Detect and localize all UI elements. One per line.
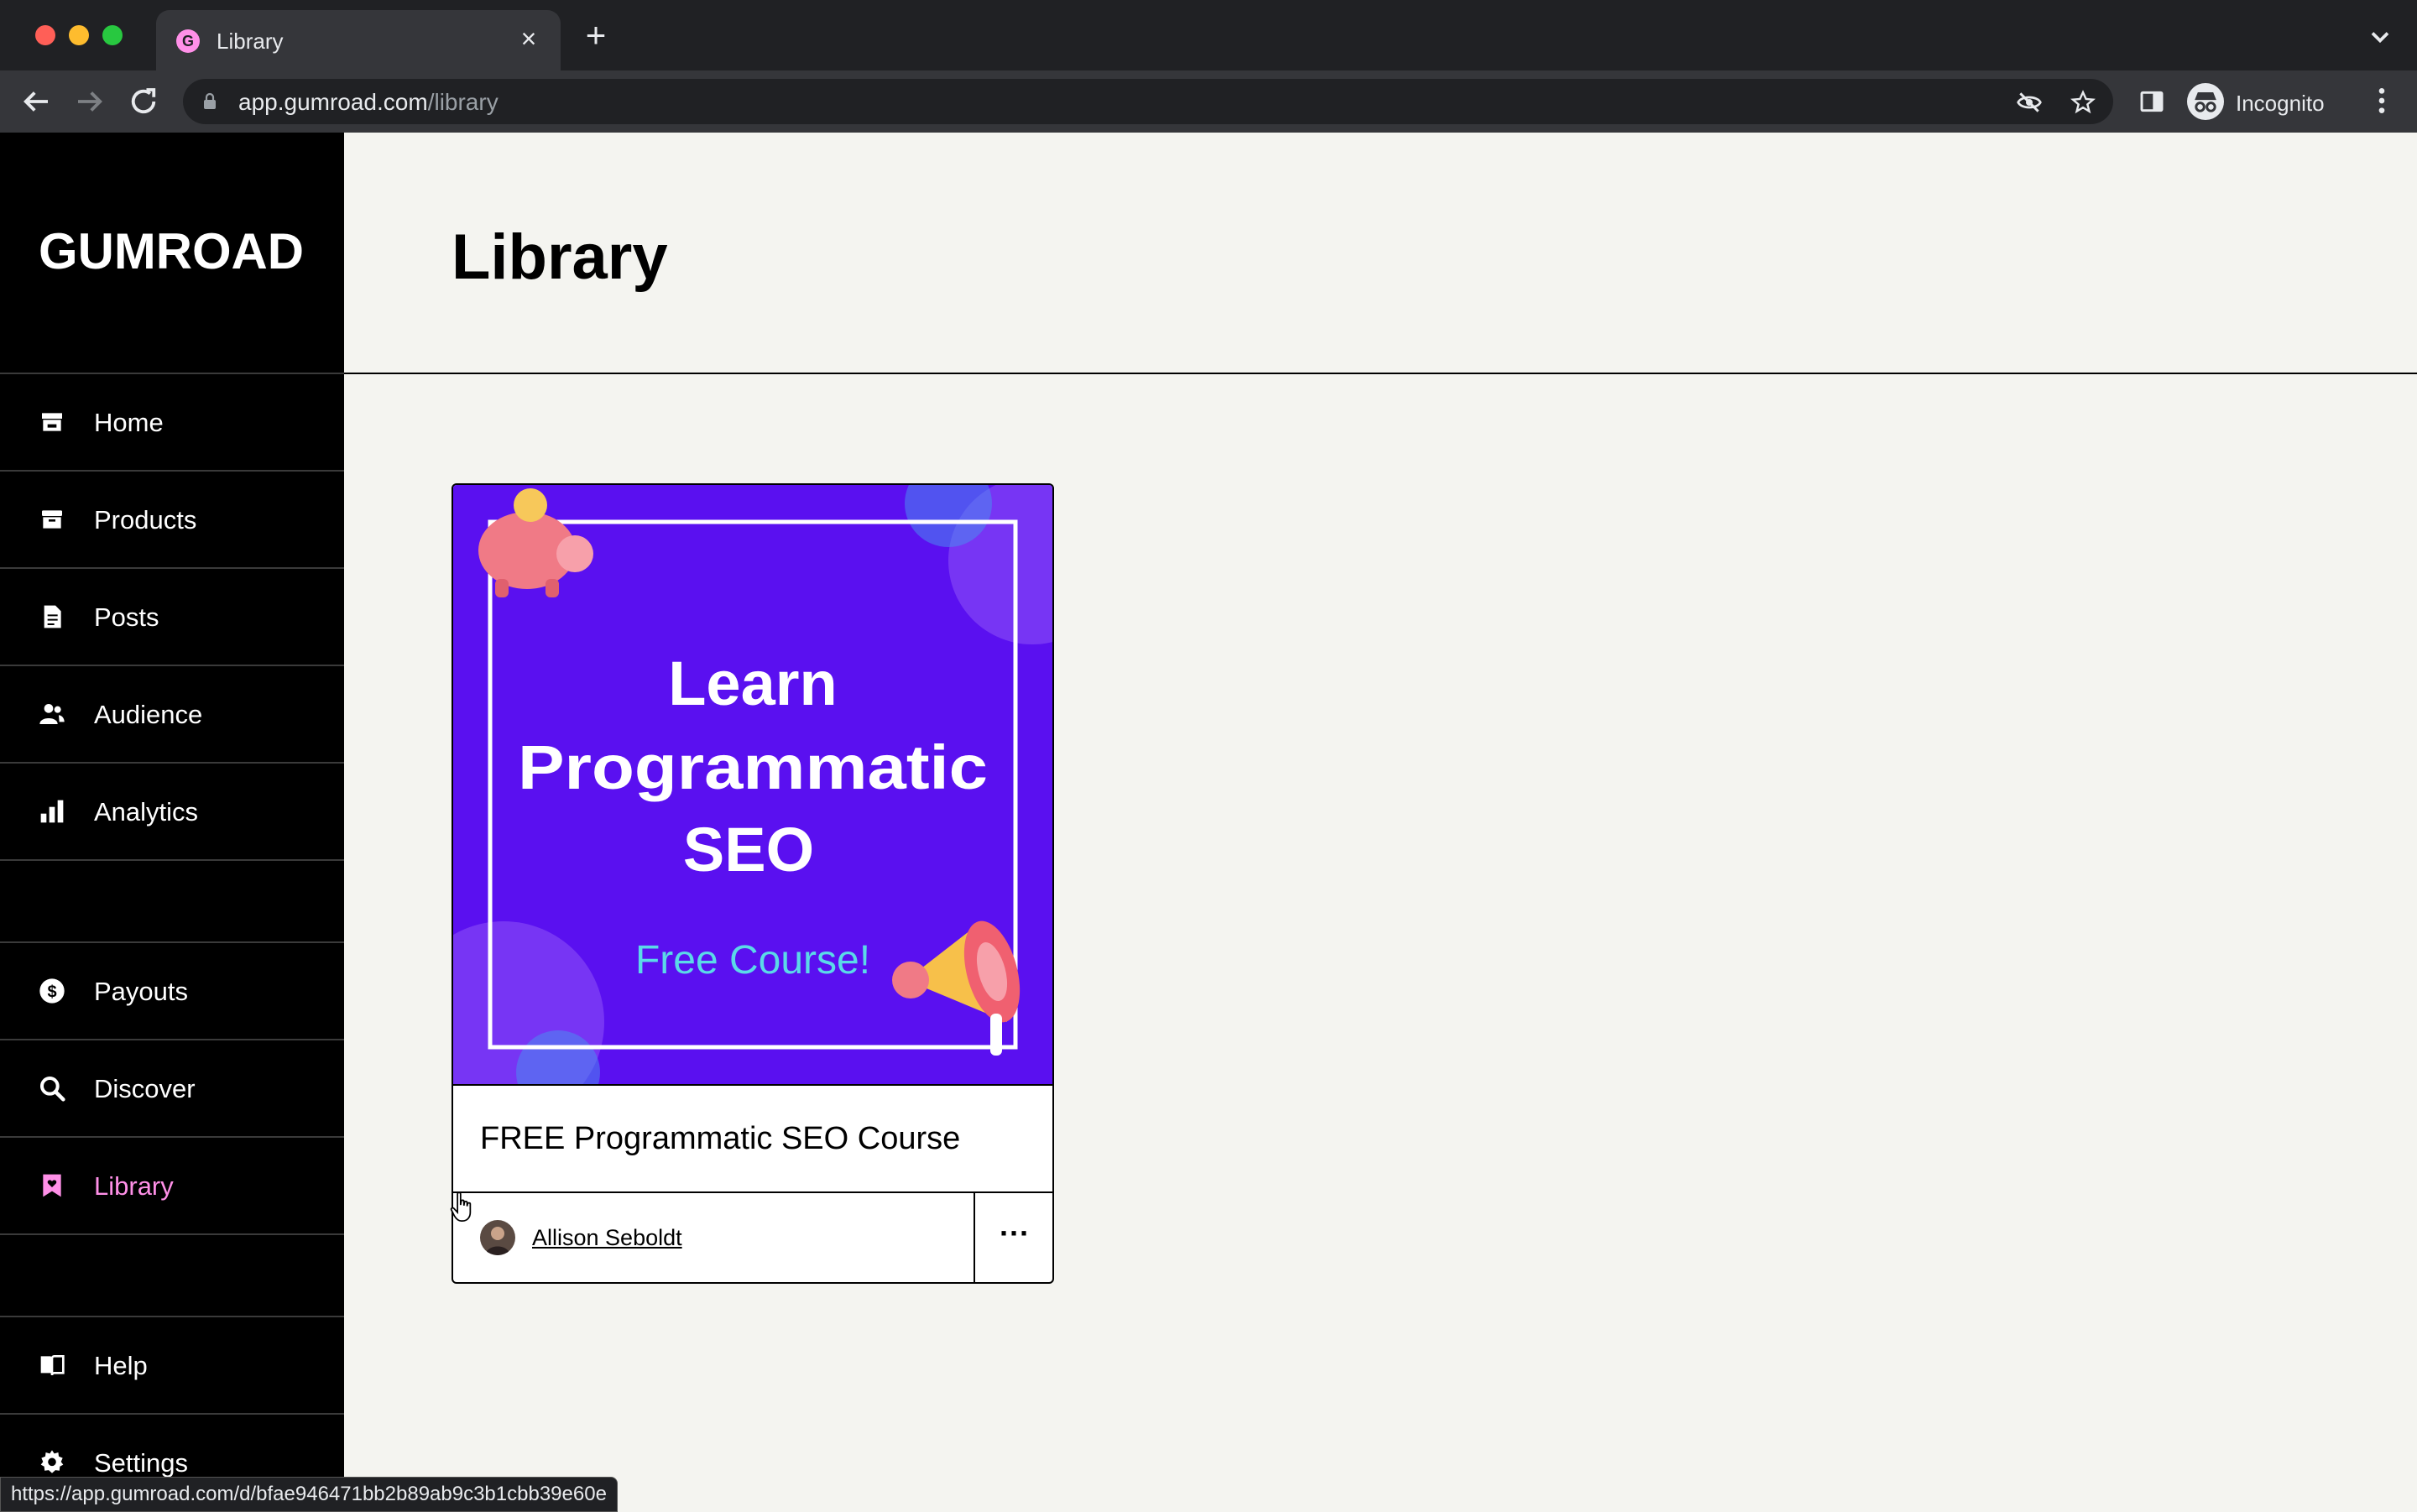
incognito-icon [2187, 83, 2224, 120]
sidebar-item-label: Home [94, 408, 164, 437]
new-tab-icon[interactable]: + [579, 18, 613, 53]
creator-link[interactable]: Allison Seboldt [532, 1225, 682, 1251]
profile-label: Incognito [2236, 91, 2325, 116]
sidebar: GUMROAD Home Products Posts Audience Ana… [0, 133, 344, 1510]
bar-chart-icon [40, 800, 64, 823]
eye-off-icon[interactable] [2016, 89, 2043, 116]
product-title-row[interactable]: FREE Programmatic SEO Course [453, 1086, 1052, 1193]
sidebar-item-help[interactable]: Help [0, 1317, 344, 1415]
incognito-profile-button[interactable]: Incognito [2184, 79, 2338, 124]
sidebar-item-label: Payouts [94, 977, 189, 1006]
search-icon [40, 1077, 65, 1102]
sidebar-item-analytics[interactable]: Analytics [0, 764, 344, 861]
sidebar-spacer [0, 861, 344, 943]
url-text[interactable]: app.gumroad.com/library [238, 89, 499, 116]
star-icon[interactable] [2070, 89, 2096, 116]
reload-icon[interactable] [126, 84, 161, 119]
tab-title: Library [217, 29, 284, 54]
book-icon [40, 1355, 65, 1376]
product-thumbnail[interactable]: Learn Programmatic SEO Free Course! [453, 485, 1052, 1086]
document-icon [44, 605, 61, 628]
url-path: /library [427, 89, 499, 115]
sidebar-item-label: Help [94, 1351, 148, 1380]
link-status-bar: https://app.gumroad.com/d/bfae946471bb2b… [0, 1477, 618, 1512]
sidebar-item-library[interactable]: Library [0, 1138, 344, 1235]
svg-text:$: $ [47, 983, 56, 1001]
thumbnail-headline-line: Programmatic [518, 733, 988, 802]
sidebar-item-label: Settings [94, 1448, 189, 1478]
product-card-footer: Allison Seboldt ··· [453, 1193, 1052, 1282]
sidebar-item-discover[interactable]: Discover [0, 1040, 344, 1138]
back-arrow-icon[interactable] [18, 84, 54, 119]
browser-tab[interactable]: G Library × [156, 10, 561, 70]
sidebar-item-label: Analytics [94, 797, 199, 826]
thumbnail-headline-line: SEO [683, 815, 814, 884]
sidebar-spacer [0, 1235, 344, 1317]
sidebar-item-posts[interactable]: Posts [0, 569, 344, 666]
maximize-window-button[interactable] [102, 25, 123, 45]
browser-toolbar: app.gumroad.com/library Incognito [0, 70, 2417, 134]
sidebar-item-payouts[interactable]: $ Payouts [0, 943, 344, 1040]
main-content: Library Learn Programmatic SEO Free Cour… [344, 133, 2417, 1510]
hand-cursor-icon [450, 1191, 472, 1222]
gear-icon [40, 1450, 64, 1473]
sidebar-item-audience[interactable]: Audience [0, 666, 344, 764]
sidebar-item-label: Products [94, 505, 197, 534]
side-panel-icon[interactable] [2138, 88, 2165, 115]
more-options-button[interactable]: ··· [974, 1193, 1052, 1282]
forward-arrow-icon[interactable] [72, 84, 107, 119]
sidebar-item-label: Library [94, 1171, 174, 1201]
product-card[interactable]: Learn Programmatic SEO Free Course! FREE… [452, 483, 1054, 1284]
bookmark-heart-icon [43, 1174, 61, 1197]
url-host: app.gumroad.com [238, 89, 428, 115]
thumbnail-subline: Free Course! [635, 938, 870, 983]
creator-avatar[interactable] [480, 1220, 515, 1255]
gumroad-favicon-icon: G [176, 29, 200, 53]
sidebar-item-label: Posts [94, 602, 159, 632]
tab-close-icon[interactable]: × [512, 22, 546, 55]
chevron-down-icon[interactable] [2365, 22, 2395, 52]
page-header: Library [344, 133, 2417, 374]
product-title[interactable]: FREE Programmatic SEO Course [480, 1121, 960, 1157]
browser-titlebar: G Library × + [0, 0, 2417, 70]
people-icon [39, 704, 65, 724]
lock-icon[interactable] [200, 91, 220, 112]
sidebar-item-home[interactable]: Home [0, 374, 344, 472]
gumroad-logo[interactable]: GUMROAD [39, 225, 307, 279]
dollar-circle-icon: $ [39, 978, 65, 1004]
browser-menu-icon[interactable] [2365, 82, 2399, 119]
close-window-button[interactable] [35, 25, 55, 45]
sidebar-item-products[interactable]: Products [0, 472, 344, 569]
store-icon [42, 413, 62, 431]
logo-text: GUMROAD [39, 225, 304, 279]
minimize-window-button[interactable] [69, 25, 89, 45]
sidebar-item-label: Discover [94, 1074, 196, 1103]
sidebar-item-label: Audience [94, 700, 203, 729]
archive-icon [42, 510, 62, 529]
page-title: Library [452, 222, 668, 293]
thumbnail-headline-line: Learn [668, 649, 838, 718]
address-bar[interactable]: app.gumroad.com/library [183, 79, 2113, 124]
